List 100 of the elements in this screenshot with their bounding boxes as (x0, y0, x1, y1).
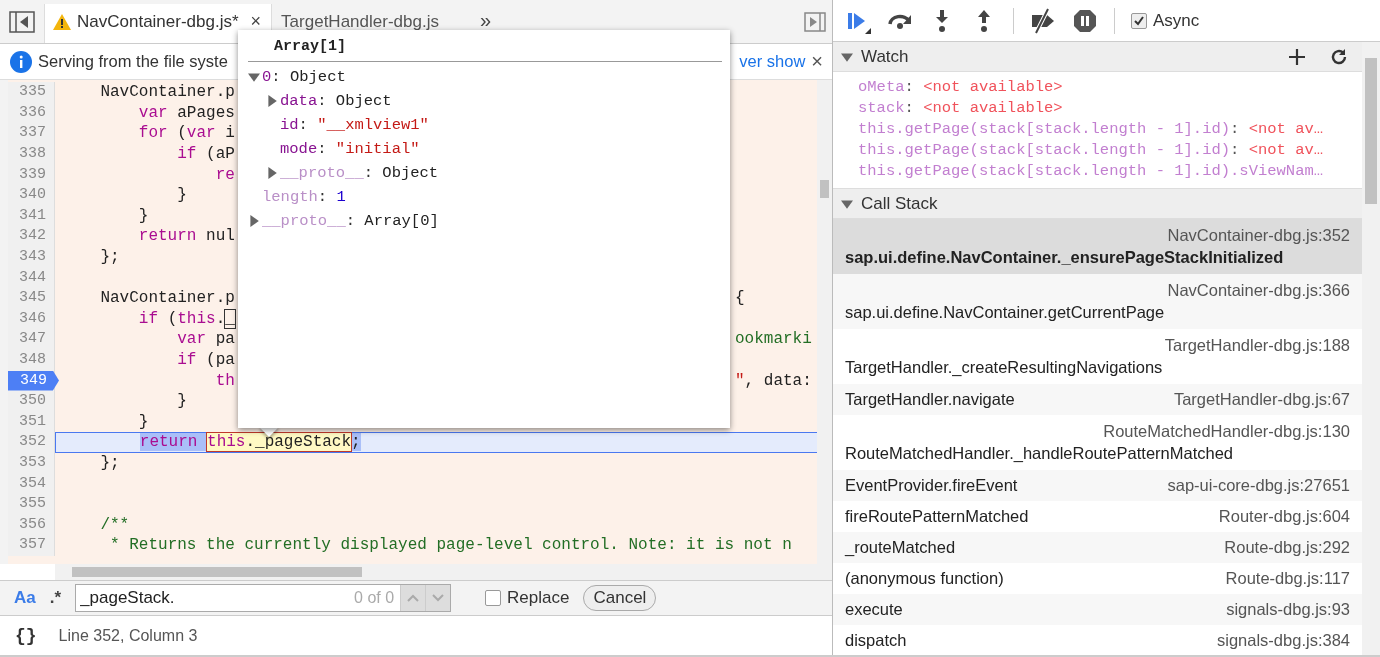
info-icon (10, 50, 32, 73)
scrollbar[interactable] (1362, 42, 1380, 655)
property-entry: length: 1 (262, 188, 346, 206)
property-entry: mode: "initial" (280, 140, 420, 158)
code-line: return nul (137, 227, 235, 246)
close-button[interactable]: × (811, 50, 823, 73)
function-name: _routeMatched (845, 538, 956, 557)
close-tab-button[interactable]: × (250, 11, 262, 32)
add-icon[interactable] (1288, 47, 1306, 66)
section-title: Call Stack (861, 193, 938, 214)
file-location: NavContainer-dbg.js:366 (1167, 281, 1350, 300)
watch-expression[interactable]: this.getPage(stack[stack.length - 1].id): <not av… (858, 140, 1362, 161)
regex-toggle[interactable]: .* (49, 588, 62, 608)
match-count: 0 of 0 (354, 589, 396, 607)
file-location: RouteMatchedHandler-dbg.js:130 (1103, 422, 1350, 441)
code-line: if (aP (176, 145, 235, 164)
function-name: TargetHandler.navigate (845, 390, 1015, 409)
cancel-button[interactable]: Cancel (583, 585, 657, 611)
chevron-down-icon (431, 593, 446, 603)
file-location: Route-dbg.js:117 (1225, 569, 1350, 588)
caret-icon[interactable] (266, 167, 278, 179)
function-name: RouteMatchedHandler._handleRoutePatternMatched (845, 444, 1234, 463)
file-tab[interactable]: NavContainer-dbg.js* × (44, 4, 273, 43)
code-line: if (pa (176, 351, 235, 369)
file-location: signals-dbg.js:384 (1217, 631, 1350, 650)
never-show-link[interactable]: ver show (739, 52, 806, 71)
file-location: NavContainer-dbg.js:352 (1167, 226, 1350, 245)
code-line: } (176, 186, 187, 205)
section-title: Watch (861, 46, 909, 67)
property-entry: 0: Object (262, 68, 346, 86)
call-frame[interactable]: NavContainer-dbg.js:366 sap.ui.define.NavContainer.getCurrentPage (833, 274, 1362, 329)
code-fragment: ", data: (735, 371, 812, 390)
refresh-icon[interactable] (1330, 47, 1348, 66)
pretty-print-button[interactable]: {} (15, 625, 37, 646)
code-line: } (176, 392, 187, 411)
code-fragment: ookmarki (735, 330, 812, 349)
replace-checkbox[interactable] (485, 590, 502, 606)
code-line: re (214, 165, 235, 184)
code-line: }; (99, 248, 120, 267)
caret-icon[interactable] (841, 50, 853, 63)
code-line: th (214, 371, 235, 390)
watch-expression[interactable]: oMeta: <not available> (858, 77, 1362, 98)
function-name: dispatch (845, 631, 907, 650)
search-field[interactable]: _pageStack. 0 of 0 (75, 584, 452, 612)
function-name: sap.ui.define.NavContainer._ensurePageStackInitialized (845, 248, 1285, 267)
file-location: Route-dbg.js:292 (1224, 538, 1350, 557)
call-frame[interactable]: _routeMatched Route-dbg.js:292 (833, 532, 1362, 563)
file-location: TargetHandler-dbg.js:67 (1173, 390, 1350, 409)
match-case-toggle[interactable]: Aa (14, 588, 36, 608)
watch-expression[interactable]: this.getPage(stack[stack.length - 1].id): <not av… (858, 119, 1362, 140)
code-line: for (var i (137, 124, 235, 143)
call-frame[interactable]: EventProvider.fireEvent sap-ui-core-dbg.js:27651 (833, 470, 1362, 501)
breakpoint-marker[interactable]: 349 (8, 370, 59, 391)
code-line: if (this._ (137, 309, 235, 328)
info-message: Serving from the file syste (38, 52, 228, 71)
replace-label: Replace (507, 588, 570, 608)
code-line: * Returns the currently displayed page-level control. Note: it is not n (109, 536, 792, 555)
code-line: }; (99, 454, 120, 472)
code-line: NavContainer.p (99, 83, 235, 102)
file-location: signals-dbg.js:93 (1226, 600, 1350, 619)
function-name: (anonymous function) (845, 569, 1004, 588)
code-line: } (137, 206, 149, 225)
file-location: Router-dbg.js:604 (1218, 507, 1350, 526)
code-line: var pa (176, 330, 235, 349)
cursor-position: Line 352, Column 3 (58, 626, 198, 645)
property-entry: __proto__: Array[0] (262, 212, 439, 230)
code-line: /** (99, 515, 130, 534)
popup-title: Array[1] (273, 37, 347, 57)
call-frame[interactable]: execute signals-dbg.js:93 (833, 594, 1362, 625)
call-frame[interactable]: TargetHandler.navigate TargetHandler-dbg.js:67 (833, 384, 1362, 415)
watch-expression[interactable]: stack: <not available> (858, 98, 1362, 119)
property-entry: id: "__xmlview1" (280, 116, 429, 134)
code-line: var aPages (137, 103, 235, 122)
file-location: TargetHandler-dbg.js:188 (1164, 336, 1350, 355)
scrollbar[interactable] (817, 80, 832, 564)
function-name: sap.ui.define.NavContainer.getCurrentPage (845, 303, 1166, 322)
caret-icon[interactable] (248, 215, 260, 227)
file-location: sap-ui-core-dbg.js:27651 (1167, 476, 1350, 495)
watch-header[interactable]: Watch (833, 42, 1362, 72)
caret-icon[interactable] (248, 71, 260, 83)
function-name: execute (845, 600, 903, 619)
more-tabs-button[interactable]: » (479, 9, 492, 32)
async-checkbox[interactable] (1131, 12, 1147, 29)
function-name: fireRoutePatternMatched (845, 507, 1029, 526)
scrollbar[interactable] (55, 564, 832, 580)
code-line: NavContainer.p (99, 289, 235, 308)
property-entry: data: Object (280, 92, 392, 110)
sidebar-toggle-icon[interactable] (804, 11, 826, 32)
call-stack-header[interactable]: Call Stack (833, 189, 1362, 219)
async-label: Async (1153, 10, 1200, 31)
code-fragment: { (735, 289, 745, 308)
call-frame[interactable]: NavContainer-dbg.js:352 sap.ui.define.NavContainer._ensurePageStackInitialized (833, 219, 1362, 274)
sidebar-toggle-icon[interactable] (9, 10, 35, 33)
breakpoints-off-icon[interactable] (1030, 7, 1056, 34)
pause-icon[interactable] (1072, 7, 1098, 34)
function-name: EventProvider.fireEvent (845, 476, 1018, 495)
property-entry: __proto__: Object (280, 164, 439, 182)
function-name: TargetHandler._createResultingNavigations (845, 358, 1164, 377)
caret-icon[interactable] (841, 197, 853, 210)
caret-icon[interactable] (266, 95, 278, 107)
